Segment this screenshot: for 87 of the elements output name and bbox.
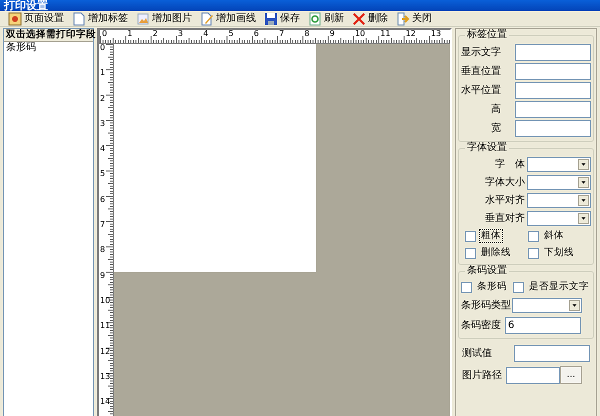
path-field[interactable] [506, 366, 560, 384]
browse-button[interactable]: ... [560, 366, 582, 384]
ruler-number: 4 [99, 145, 106, 156]
ruler-number: 1 [99, 69, 106, 80]
dropdown[interactable] [527, 175, 591, 190]
toolbar-button[interactable]: 刷新 [306, 10, 346, 26]
field-label: 条形码类型 [461, 298, 511, 313]
group-title: 字体设置 [465, 142, 509, 154]
ruler-number: 2 [99, 94, 106, 105]
ruler-number: 3 [99, 120, 106, 130]
field-label: 宽 [490, 122, 501, 136]
field-label: 显示文字 [461, 46, 501, 60]
x-icon [352, 12, 366, 26]
dropdown[interactable] [512, 298, 582, 313]
ruler-number: 8 [99, 246, 106, 256]
ruler-number: 13 [99, 372, 112, 383]
page-settings-icon [8, 12, 22, 26]
checkbox-label: 粗体 [479, 229, 503, 243]
field-label: 高 [490, 102, 501, 117]
ruler-number: 3 [176, 30, 184, 40]
group-title: 条码设置 [465, 265, 509, 277]
toolbar-button[interactable]: 保存 [262, 10, 302, 26]
ruler-number: 9 [99, 272, 106, 282]
window-title: 打印设置 [4, 0, 48, 11]
field-label: 垂直位置 [461, 64, 501, 79]
ruler-number: 13 [430, 30, 442, 40]
ruler-number: 12 [404, 30, 417, 40]
refresh-icon [308, 12, 322, 26]
ruler-number: 7 [278, 30, 286, 40]
ruler-number: 12 [99, 348, 112, 358]
group-title: 标签位置 [465, 29, 509, 41]
picture-icon [136, 12, 150, 26]
checkbox[interactable] [465, 230, 476, 242]
checkbox[interactable] [528, 248, 539, 258]
checkbox[interactable] [513, 282, 524, 292]
ruler-number: 4 [202, 30, 210, 40]
dropdown[interactable] [527, 211, 591, 226]
text-field[interactable] [515, 63, 591, 80]
ruler-number: 14 [99, 398, 112, 408]
toolbar-button[interactable]: 关闭 [394, 10, 434, 26]
field-label: 水平位置 [461, 84, 501, 98]
text-field[interactable] [515, 120, 591, 137]
text-field[interactable] [515, 82, 591, 99]
ruler-number: 5 [227, 30, 235, 40]
dropdown[interactable] [527, 193, 591, 208]
field-label: 字 体 [495, 158, 525, 172]
checkbox-label: 删除线 [480, 246, 512, 260]
ruler-number: 0 [101, 30, 108, 40]
field-label: 字体大小 [485, 176, 525, 190]
density-field[interactable]: 6 [505, 317, 581, 334]
checkbox[interactable] [461, 282, 472, 292]
text-field[interactable] [514, 345, 590, 362]
toolbar-button[interactable]: 页面设置 [6, 10, 66, 26]
field-label: 水平对齐 [485, 194, 525, 208]
ruler-number: 0 [99, 44, 106, 54]
ruler-number: 8 [303, 30, 310, 40]
field-label: 测试值 [462, 346, 492, 361]
checkbox-label: 是否显示文字 [528, 280, 590, 294]
ruler-number: 10 [354, 30, 366, 40]
list-item[interactable]: 条形码 [4, 42, 93, 54]
ruler-number: 6 [252, 30, 260, 40]
field-label: 条码密度 [461, 318, 501, 333]
toolbar-button[interactable]: 删除 [350, 10, 390, 26]
dropdown[interactable] [527, 157, 591, 172]
checkbox[interactable] [465, 248, 476, 258]
checkbox-label: 条形码 [476, 280, 508, 294]
ruler-number: 10 [99, 296, 112, 307]
text-field[interactable] [515, 44, 591, 61]
exit-door-icon [396, 12, 410, 26]
ruler-number: 9 [328, 30, 336, 40]
ruler-number: 7 [99, 221, 106, 232]
checkbox-label: 斜体 [543, 229, 565, 243]
field-label: 图片路径 [462, 368, 503, 382]
ruler-number: 6 [99, 196, 106, 206]
list-header: 双击选择需打印字段 [4, 29, 93, 42]
ruler-number: 11 [379, 30, 392, 40]
ruler-number: 5 [99, 170, 106, 180]
checkbox[interactable] [528, 230, 539, 242]
toolbar-button[interactable]: 增加图片 [134, 10, 194, 26]
toolbar-button[interactable]: 增加画线 [198, 10, 258, 26]
field-label: 垂直对齐 [485, 212, 525, 226]
checkbox-label: 下划线 [543, 246, 575, 260]
text-field[interactable] [515, 101, 591, 118]
pencil-icon [200, 12, 214, 26]
ruler-number: 2 [152, 30, 159, 40]
ruler-number: 1 [126, 30, 134, 40]
toolbar-button[interactable]: 增加标签 [70, 10, 130, 26]
